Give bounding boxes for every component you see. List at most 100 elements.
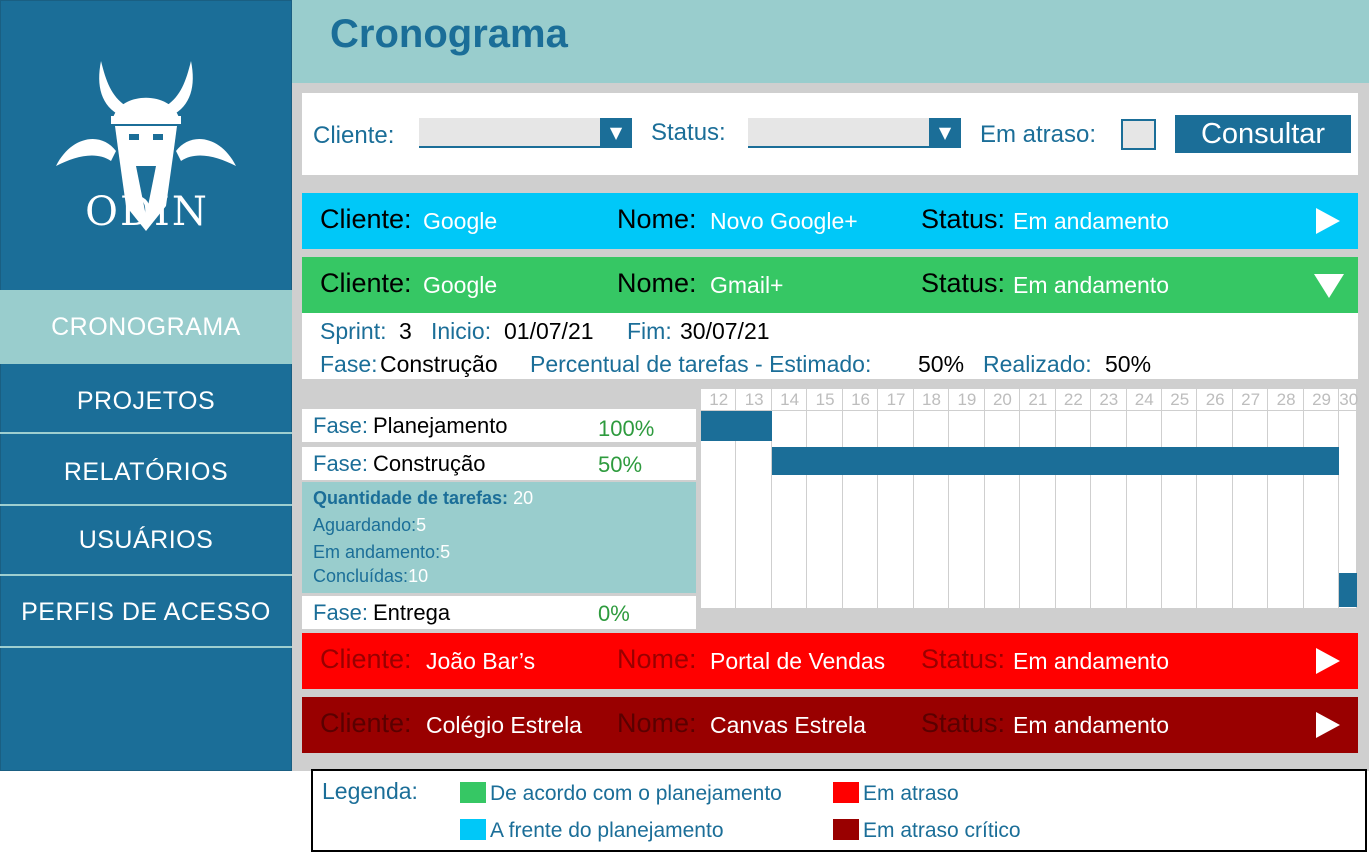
status-value: Em andamento [1013, 648, 1169, 674]
task-progress-row: Em andamento:5 [313, 542, 450, 563]
task-waiting-row: Aguardando:5 [313, 515, 426, 536]
cliente-label: Cliente: [320, 204, 412, 234]
phase-percent: 0% [598, 601, 630, 626]
estimado-label: Percentual de tarefas - Estimado: [530, 351, 872, 377]
status-label: Status: [921, 204, 1006, 234]
legend-label: De acordo com o planejamento [490, 782, 782, 805]
nome-value: Portal de Vendas [710, 648, 886, 674]
sprint-label: Sprint: [320, 318, 387, 344]
gantt-bar[interactable] [701, 411, 772, 441]
status-label: Status: [921, 268, 1006, 298]
phase-label: Fase: [313, 600, 369, 625]
cliente-label: Cliente: [320, 268, 412, 298]
gantt-day-label: 13 [736, 389, 772, 411]
chevron-down-icon[interactable]: ▼ [600, 118, 632, 148]
gantt-day-label: 25 [1161, 389, 1198, 411]
task-total-row: Quantidade de tarefas: 20 [313, 488, 533, 509]
header-bar: Cronograma [292, 0, 1369, 83]
gantt-day-column [1127, 389, 1162, 608]
nome-label: Nome: [617, 268, 697, 298]
gantt-day-column [1056, 389, 1092, 608]
task-done-row: Concluídas:10 [313, 566, 428, 587]
gantt-day-label: 23 [1091, 389, 1127, 411]
task-total-label: Quantidade de tarefas: [313, 488, 509, 508]
gantt-day-label: 19 [949, 389, 985, 411]
phase-name: Planejamento [373, 413, 508, 438]
gantt-day-column [1197, 389, 1233, 608]
phase-row[interactable]: Fase: Construção 50% [302, 447, 696, 480]
gantt-day-column [1304, 389, 1340, 608]
project-row[interactable]: Cliente: Colégio Estrela Nome: Canvas Es… [302, 697, 1358, 753]
cliente-value: Google [423, 272, 498, 298]
legend-label: Em atraso [863, 782, 959, 805]
sprint-value: 3 [399, 318, 412, 344]
legend-label: A frente do planejamento [490, 819, 724, 842]
cliente-select[interactable]: ▼ [419, 118, 632, 148]
legend-box: Legenda: De acordo com o planejamento A … [311, 769, 1367, 852]
fase-label: Fase: [320, 351, 378, 377]
task-waiting-value: 5 [416, 515, 427, 535]
gantt-day-column [985, 389, 1021, 608]
gantt-day-label: 15 [807, 389, 843, 411]
consultar-button[interactable]: Consultar [1175, 115, 1351, 153]
gantt-day-column [1020, 389, 1056, 608]
expand-arrow-icon[interactable] [1316, 648, 1340, 674]
nav-item-projetos[interactable]: PROJETOS [0, 364, 292, 434]
status-value: Em andamento [1013, 712, 1169, 738]
task-done-value: 10 [408, 566, 429, 586]
fase-value: Construção [380, 351, 498, 377]
task-done-label: Concluídas: [313, 566, 409, 586]
gantt-day-label: 21 [1020, 389, 1056, 411]
project-row[interactable]: Cliente: Google Nome: Gmail+ Status: Em … [302, 257, 1358, 313]
realizado-label: Realizado: [983, 351, 1092, 377]
gantt-day-column [878, 389, 914, 608]
task-progress-label: Em andamento: [313, 542, 441, 562]
gantt-day-label: 22 [1055, 389, 1092, 411]
realizado-value: 50% [1105, 351, 1152, 377]
gantt-day-column [914, 389, 950, 608]
cliente-filter-label: Cliente: [313, 122, 395, 149]
phase-label: Fase: [313, 413, 369, 438]
nome-label: Nome: [617, 204, 697, 234]
gantt-day-column [772, 389, 808, 608]
nav-item-relatorios[interactable]: RELATÓRIOS [0, 434, 292, 506]
gantt-day-label: 14 [771, 389, 808, 411]
phase-label: Fase: [313, 451, 369, 476]
late-checkbox[interactable] [1121, 119, 1156, 150]
cliente-value: Colégio Estrela [426, 712, 582, 738]
collapse-arrow-icon[interactable] [1314, 274, 1344, 298]
expand-arrow-icon[interactable] [1316, 208, 1340, 234]
gantt-day-label: 18 [913, 389, 950, 411]
gantt-day-column [1268, 389, 1304, 608]
gantt-day-label: 30 [1339, 390, 1359, 411]
gantt-day-label: 24 [1126, 389, 1162, 411]
cliente-label: Cliente: [320, 708, 412, 738]
phase-name: Entrega [373, 600, 451, 625]
expand-arrow-icon[interactable] [1316, 712, 1340, 738]
status-select[interactable]: ▼ [748, 118, 961, 148]
chevron-down-icon[interactable]: ▼ [929, 118, 961, 148]
phase-name: Construção [373, 451, 486, 476]
status-label: Status: [921, 644, 1006, 674]
task-progress-value: 5 [440, 542, 451, 562]
legend-swatch-red [833, 782, 859, 803]
nav-item-cronograma[interactable]: CRONOGRAMA [0, 290, 292, 364]
status-filter-label: Status: [651, 119, 726, 146]
phase-row[interactable]: Fase: Planejamento 100% [302, 409, 696, 442]
gantt-day-column [1233, 389, 1269, 608]
project-row[interactable]: Cliente: Google Nome: Novo Google+ Statu… [302, 193, 1358, 249]
gantt-bar[interactable] [771, 447, 1340, 475]
logo-wordmark: ODIN [85, 189, 209, 235]
status-value: Em andamento [1013, 208, 1169, 234]
cliente-value: João Bar’s [426, 648, 536, 674]
late-filter-label: Em atraso: [980, 121, 1097, 148]
nome-value: Gmail+ [710, 272, 784, 298]
gantt-bar[interactable] [1339, 573, 1357, 607]
gantt-day-label: 20 [984, 389, 1021, 411]
status-value: Em andamento [1013, 272, 1169, 298]
phase-row[interactable]: Fase: Entrega 0% [302, 596, 696, 629]
gantt-day-label: 12 [701, 389, 737, 411]
nav-item-usuarios[interactable]: USUÁRIOS [0, 506, 292, 576]
project-row[interactable]: Cliente: João Bar’s Nome: Portal de Vend… [302, 633, 1358, 689]
nav-item-perfis-de-acesso[interactable]: PERFIS DE ACESSO [0, 576, 292, 648]
